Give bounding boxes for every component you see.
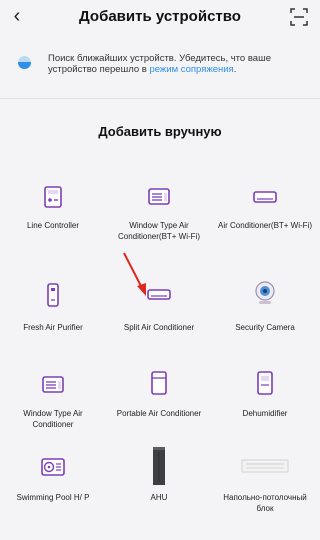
device-window-ac[interactable]: Window Type Air Conditioner [0, 364, 106, 430]
ahu-icon [153, 447, 165, 485]
floor-ceiling-unit-icon [241, 459, 289, 473]
air-conditioner-icon [253, 191, 277, 203]
device-air-conditioner-bt-wifi[interactable]: Air Conditioner(BT+ Wi-Fi) [212, 176, 318, 242]
line-controller-icon [44, 186, 62, 208]
section-title: Добавить вручную [98, 124, 222, 139]
window-ac-icon [42, 376, 64, 393]
banner-text: Поиск ближайших устройств. Убедитесь, чт… [48, 53, 271, 75]
device-line-controller[interactable]: Line Controller [0, 176, 106, 242]
dehumidifier-icon [257, 371, 273, 395]
device-ahu[interactable]: AHU [106, 447, 212, 530]
chevron-left-icon[interactable]: ‹ [6, 3, 28, 29]
divider [0, 98, 320, 99]
fresh-air-purifier-icon [47, 283, 59, 307]
pairing-mode-link[interactable]: режим сопряжения [149, 64, 233, 75]
pairing-banner: Поиск ближайших устройств. Убедитесь, чт… [10, 48, 310, 78]
pool-heat-pump-icon [41, 458, 65, 476]
window-ac-icon [148, 188, 170, 205]
device-dehumidifier[interactable]: Dehumidifier [212, 364, 318, 430]
header: ‹ Добавить устройство [0, 0, 320, 34]
security-camera-icon [255, 281, 275, 304]
device-fresh-air-purifier[interactable]: Fresh Air Purifier [0, 274, 106, 340]
scan-icon[interactable] [290, 8, 308, 26]
page-title: Добавить устройство [79, 8, 241, 25]
annotation-arrow-icon [123, 252, 146, 296]
device-portable-ac[interactable]: Portable Air Conditioner [106, 364, 212, 430]
device-swimming-pool-hp[interactable]: Swimming Pool H/ P [0, 450, 106, 530]
device-floor-ceiling-unit[interactable]: Напольно-потолочный блок [212, 450, 318, 530]
device-window-ac-bt-wifi[interactable]: Window Type Air Conditioner(BT+ Wi-Fi) [106, 176, 212, 242]
portable-ac-icon [151, 371, 167, 395]
device-security-camera[interactable]: Security Camera [212, 274, 318, 340]
search-status-icon [18, 56, 31, 69]
